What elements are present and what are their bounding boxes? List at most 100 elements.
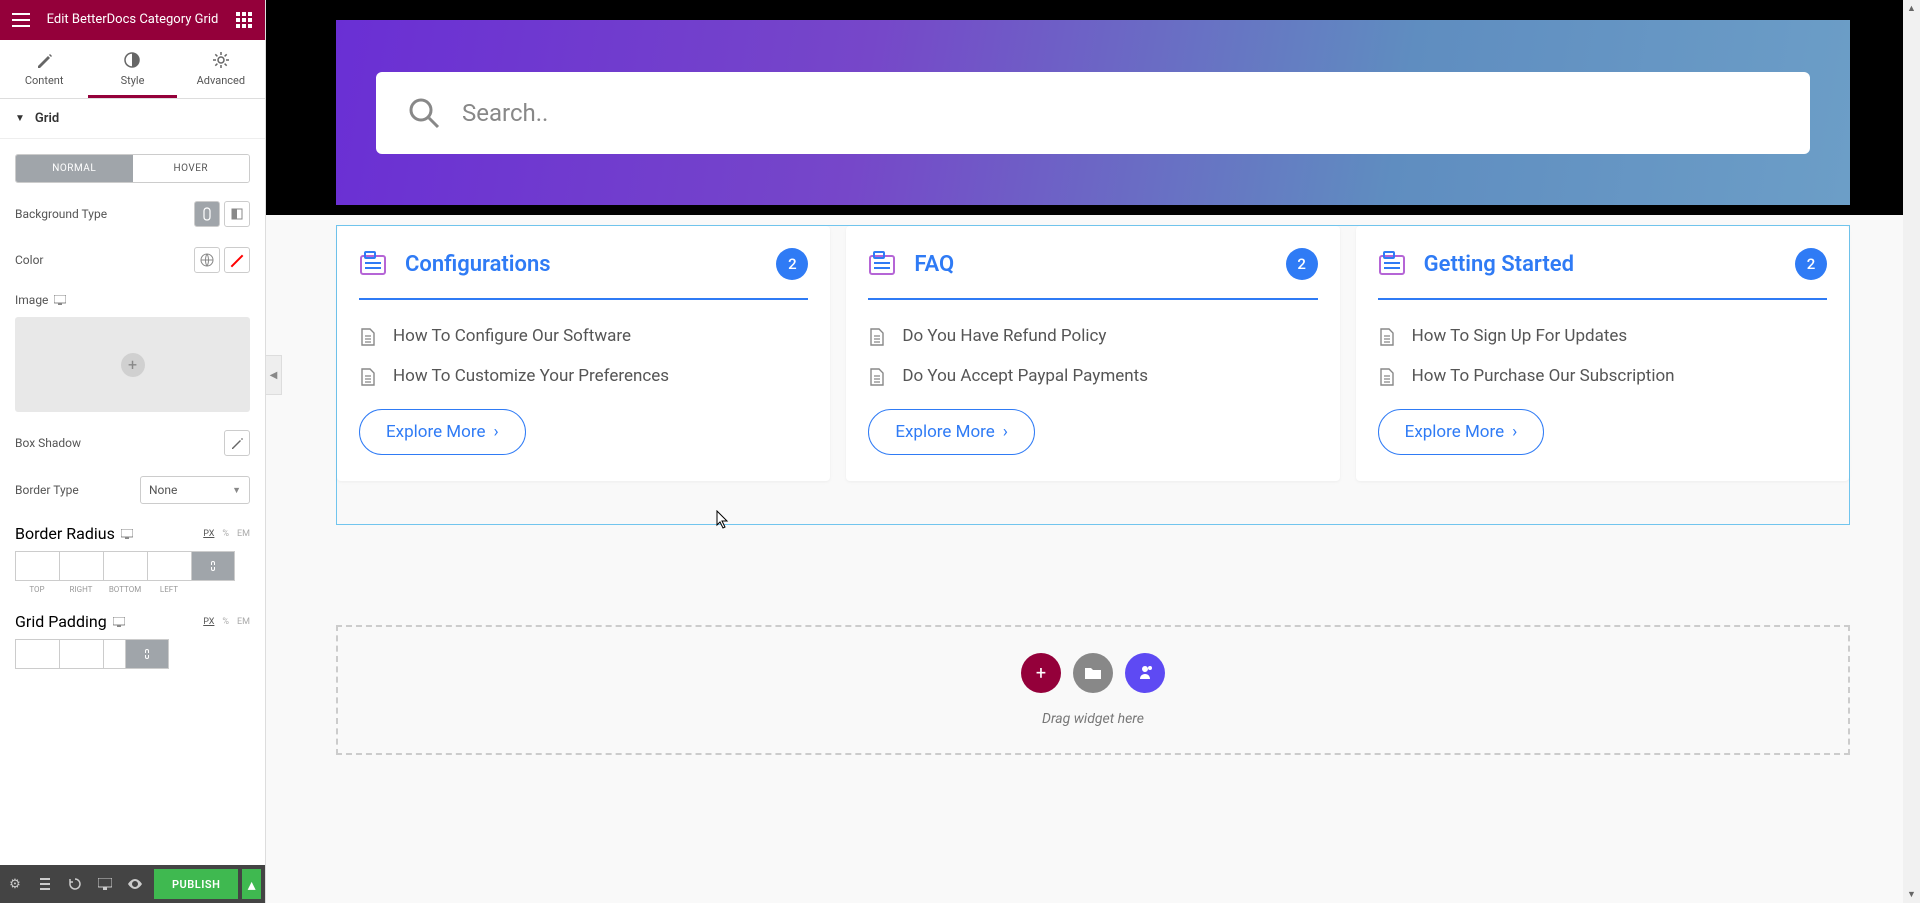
- count-badge: 2: [776, 248, 808, 280]
- unit-em[interactable]: EM: [237, 529, 250, 539]
- doc-list: How To Sign Up For Updates How To Purchas…: [1378, 324, 1827, 389]
- card-header: FAQ2: [868, 248, 1317, 300]
- section-grid-label: Grid: [35, 111, 59, 126]
- responsive-icon[interactable]: [54, 295, 66, 305]
- unit-pct[interactable]: %: [222, 529, 229, 539]
- document-icon: [359, 368, 377, 386]
- border-radius-bottom[interactable]: [103, 551, 147, 581]
- bgtype-classic-icon[interactable]: [194, 201, 220, 227]
- preview-scrollbar[interactable]: ▲ ▼: [1903, 0, 1920, 903]
- card-title[interactable]: Getting Started: [1424, 252, 1777, 277]
- tab-advanced-label: Advanced: [197, 74, 245, 87]
- unit-em-2[interactable]: EM: [237, 617, 250, 627]
- control-border-type: Border Type None ▼: [15, 476, 250, 504]
- navigator-icon[interactable]: [30, 865, 60, 903]
- sidebar-panel: Edit BetterDocs Category Grid Content St…: [0, 0, 266, 903]
- section-grid-controls: NORMAL HOVER Background Type Color: [0, 139, 265, 688]
- link-values-icon[interactable]: [191, 551, 235, 581]
- card-title[interactable]: Configurations: [405, 252, 758, 277]
- box-shadow-edit-button[interactable]: [224, 430, 250, 456]
- control-background-type: Background Type: [15, 201, 250, 227]
- category-folder-icon: [1378, 250, 1406, 278]
- search-input[interactable]: [462, 99, 1780, 127]
- category-grid-outline[interactable]: Configurations 2 How To Configure Our Soft…: [336, 225, 1850, 525]
- search-box: [376, 72, 1810, 154]
- tab-content[interactable]: Content: [0, 40, 88, 98]
- responsive-icon[interactable]: [121, 529, 133, 539]
- apps-icon[interactable]: [233, 9, 255, 31]
- responsive-mode-icon[interactable]: [90, 865, 120, 903]
- explore-more-button[interactable]: Explore More›: [1378, 409, 1545, 455]
- preview-icon[interactable]: [120, 865, 150, 903]
- publish-options-button[interactable]: ▴: [242, 869, 261, 899]
- border-radius-top[interactable]: [15, 551, 59, 581]
- category-card: Configurations 2 How To Configure Our Soft…: [337, 226, 830, 481]
- scroll-up-button[interactable]: ▲: [1903, 0, 1920, 17]
- explore-more-button[interactable]: Explore More›: [359, 409, 526, 455]
- section-grid-header[interactable]: ▼ Grid: [0, 99, 265, 139]
- publish-button[interactable]: PUBLISH: [154, 869, 238, 899]
- doc-title: How To Purchase Our Subscription: [1412, 364, 1675, 390]
- doc-list-item[interactable]: How To Purchase Our Subscription: [1378, 364, 1827, 390]
- explore-more-label: Explore More: [386, 422, 485, 442]
- grid-padding-bottom[interactable]: [103, 639, 125, 669]
- state-toggle: NORMAL HOVER: [15, 154, 250, 183]
- explore-more-button[interactable]: Explore More›: [868, 409, 1035, 455]
- unit-px-2[interactable]: PX: [203, 617, 214, 627]
- label-color: Color: [15, 253, 43, 267]
- card-header: Getting Started2: [1378, 248, 1827, 300]
- doc-list-item[interactable]: How To Customize Your Preferences: [359, 364, 808, 390]
- menu-icon[interactable]: [10, 9, 32, 31]
- doc-list-item[interactable]: Do You Accept Paypal Payments: [868, 364, 1317, 390]
- collapse-sidebar-button[interactable]: ◀: [266, 355, 282, 395]
- card-header: Configurations 2: [359, 248, 808, 300]
- color-global-icon[interactable]: [194, 247, 220, 273]
- templately-button[interactable]: [1125, 653, 1165, 693]
- grid-padding-right[interactable]: [59, 639, 103, 669]
- search-icon: [406, 95, 442, 131]
- sidebar-tabs: Content Style Advanced: [0, 40, 265, 99]
- control-box-shadow: Box Shadow: [15, 430, 250, 456]
- hero-section: [266, 0, 1920, 215]
- category-folder-icon: [868, 250, 896, 278]
- sidebar-title: Edit BetterDocs Category Grid: [32, 12, 233, 28]
- category-card: Getting Started2 How To Sign Up For Updat…: [1356, 226, 1849, 481]
- responsive-icon[interactable]: [113, 617, 125, 627]
- control-color: Color: [15, 247, 250, 273]
- empty-drop-section[interactable]: + Drag widget here: [336, 625, 1850, 755]
- doc-list: How To Configure Our Software How To Cust…: [359, 324, 808, 389]
- explore-more-label: Explore More: [895, 422, 994, 442]
- unit-px[interactable]: PX: [203, 529, 214, 539]
- tab-style[interactable]: Style: [88, 40, 176, 98]
- add-template-button[interactable]: [1073, 653, 1113, 693]
- unit-pct-2[interactable]: %: [222, 617, 229, 627]
- border-radius-left[interactable]: [147, 551, 191, 581]
- image-upload-area[interactable]: +: [15, 317, 250, 412]
- color-picker-swatch[interactable]: [224, 247, 250, 273]
- history-icon[interactable]: [60, 865, 90, 903]
- scroll-down-button[interactable]: ▼: [1903, 886, 1920, 903]
- unit-tabs-grid-padding: PX % EM: [203, 617, 250, 627]
- tab-advanced[interactable]: Advanced: [177, 40, 265, 98]
- document-icon: [868, 328, 886, 346]
- document-icon: [1378, 328, 1396, 346]
- border-radius-dim-labels: TOPRIGHTBOTTOMLEFT: [15, 585, 250, 594]
- link-values-icon-2[interactable]: [125, 639, 169, 669]
- doc-list-item[interactable]: Do You Have Refund Policy: [868, 324, 1317, 350]
- toggle-hover[interactable]: HOVER: [133, 155, 250, 182]
- border-type-select[interactable]: None ▼: [140, 476, 250, 504]
- doc-title: Do You Have Refund Policy: [902, 324, 1106, 350]
- settings-icon[interactable]: ⚙: [0, 865, 30, 903]
- doc-list-item[interactable]: How To Sign Up For Updates: [1378, 324, 1827, 350]
- label-grid-padding: Grid Padding: [15, 612, 125, 631]
- card-title[interactable]: FAQ: [914, 252, 1267, 277]
- doc-list-item[interactable]: How To Configure Our Software: [359, 324, 808, 350]
- bgtype-gradient-icon[interactable]: [224, 201, 250, 227]
- border-type-value: None: [149, 483, 177, 497]
- explore-more-label: Explore More: [1405, 422, 1504, 442]
- grid-padding-top[interactable]: [15, 639, 59, 669]
- category-folder-icon: [359, 250, 387, 278]
- add-section-button[interactable]: +: [1021, 653, 1061, 693]
- toggle-normal[interactable]: NORMAL: [16, 155, 133, 182]
- border-radius-right[interactable]: [59, 551, 103, 581]
